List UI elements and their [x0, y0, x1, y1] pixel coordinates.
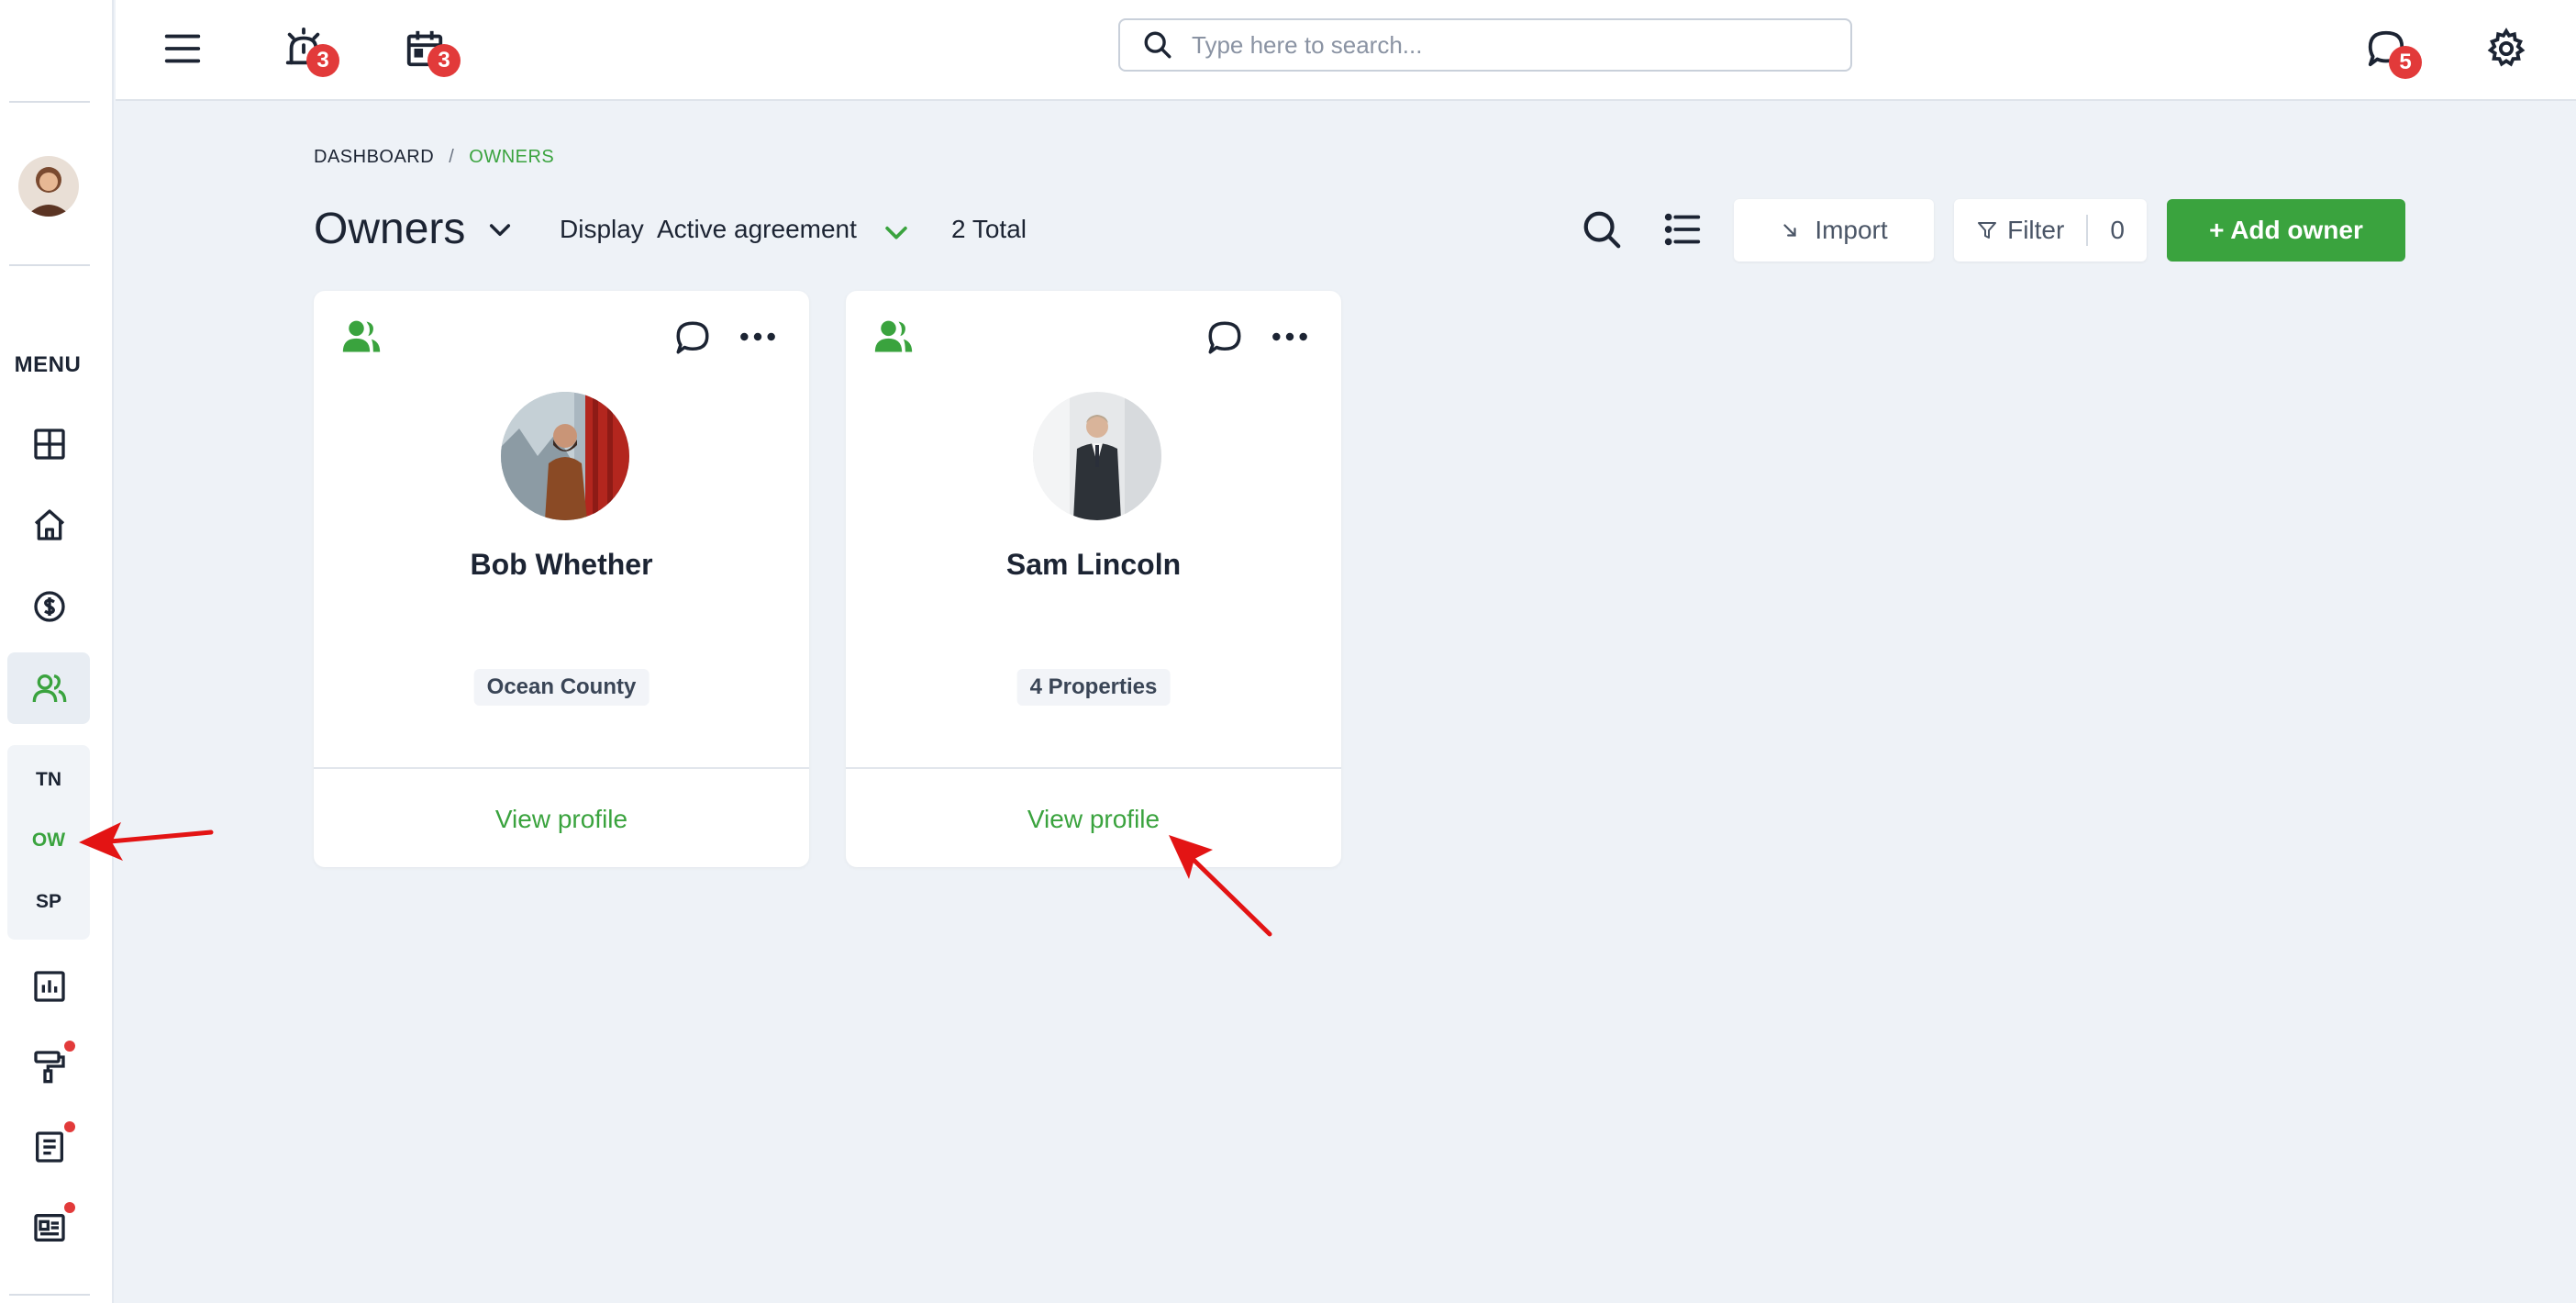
- card-divider: [314, 767, 809, 769]
- breadcrumb: DASHBOARD / OWNERS: [314, 147, 554, 168]
- chevron-down-icon[interactable]: [881, 217, 912, 248]
- page-title: Owners: [314, 205, 466, 253]
- user-avatar[interactable]: [18, 156, 79, 217]
- submenu-item-tenants[interactable]: TN: [7, 769, 90, 791]
- users-icon[interactable]: [20, 659, 79, 718]
- owner-tag: Ocean County: [473, 669, 650, 706]
- filter-count: 0: [2110, 216, 2125, 244]
- total-count: 2 Total: [951, 215, 1027, 243]
- reports-icon[interactable]: [20, 957, 79, 1016]
- submenu-item-service-pros[interactable]: SP: [7, 891, 90, 913]
- settings-gear-icon[interactable]: [2476, 18, 2537, 79]
- breadcrumb-separator: /: [449, 147, 455, 167]
- filter-label: Filter: [2007, 216, 2065, 244]
- breadcrumb-current: OWNERS: [469, 147, 555, 167]
- owner-name: Sam Lincoln: [1005, 548, 1182, 581]
- more-options-icon[interactable]: [1268, 317, 1312, 357]
- chat-icon[interactable]: [1205, 318, 1244, 357]
- home-icon[interactable]: [20, 496, 79, 554]
- sidebar: MENU TN OW SP: [0, 0, 114, 1303]
- dollar-icon[interactable]: [20, 577, 79, 636]
- menu-heading: MENU: [14, 352, 82, 377]
- owner-tag: 4 Properties: [1016, 669, 1171, 706]
- import-button[interactable]: Import: [1734, 199, 1934, 262]
- owner-type-icon: [874, 320, 913, 352]
- view-profile-link[interactable]: View profile: [846, 805, 1341, 834]
- add-owner-button[interactable]: + Add owner: [2167, 199, 2405, 262]
- notification-dot: [64, 1041, 75, 1052]
- view-profile-link[interactable]: View profile: [314, 805, 809, 834]
- chat-badge: 5: [2389, 46, 2422, 79]
- hamburger-menu-icon[interactable]: [152, 18, 213, 79]
- owner-card: Sam Lincoln 4 Properties View profile: [846, 291, 1341, 867]
- filter-funnel-icon: [1978, 222, 1997, 239]
- notification-dot: [64, 1121, 75, 1132]
- owner-photo: [501, 392, 629, 520]
- sidebar-divider: [9, 1294, 90, 1296]
- owner-name: Bob Whether: [470, 548, 653, 581]
- notification-dot: [64, 1202, 75, 1213]
- calendar-badge: 3: [427, 44, 461, 77]
- sidebar-divider: [9, 101, 90, 103]
- import-label: Import: [1815, 216, 1888, 244]
- submenu-item-owners[interactable]: OW: [7, 830, 90, 852]
- chat-icon[interactable]: [673, 318, 712, 357]
- top-bar: 3 3 5: [116, 0, 2576, 101]
- filter-divider: [2086, 215, 2089, 246]
- breadcrumb-dashboard[interactable]: DASHBOARD: [314, 147, 434, 167]
- dashboard-icon[interactable]: [20, 415, 79, 473]
- owner-type-icon: [342, 320, 381, 352]
- import-arrow-icon: [1783, 224, 1796, 237]
- display-label: Display: [560, 215, 644, 243]
- owner-card: Bob Whether Ocean County View profile: [314, 291, 809, 867]
- more-options-icon[interactable]: [736, 317, 780, 357]
- search-icon[interactable]: [1576, 204, 1627, 255]
- card-divider: [846, 767, 1341, 769]
- search-icon: [1144, 31, 1171, 59]
- sidebar-divider: [9, 264, 90, 266]
- display-select[interactable]: Active agreement: [657, 215, 857, 244]
- list-view-icon[interactable]: [1657, 204, 1708, 255]
- chevron-down-icon: [490, 223, 511, 236]
- filter-button[interactable]: Filter 0: [1954, 199, 2147, 262]
- page-title-dropdown[interactable]: Owners: [314, 204, 515, 254]
- search-input[interactable]: [1192, 30, 1815, 60]
- search-box[interactable]: [1118, 18, 1852, 72]
- alarm-badge: 3: [306, 44, 339, 77]
- owner-photo: [1033, 392, 1161, 520]
